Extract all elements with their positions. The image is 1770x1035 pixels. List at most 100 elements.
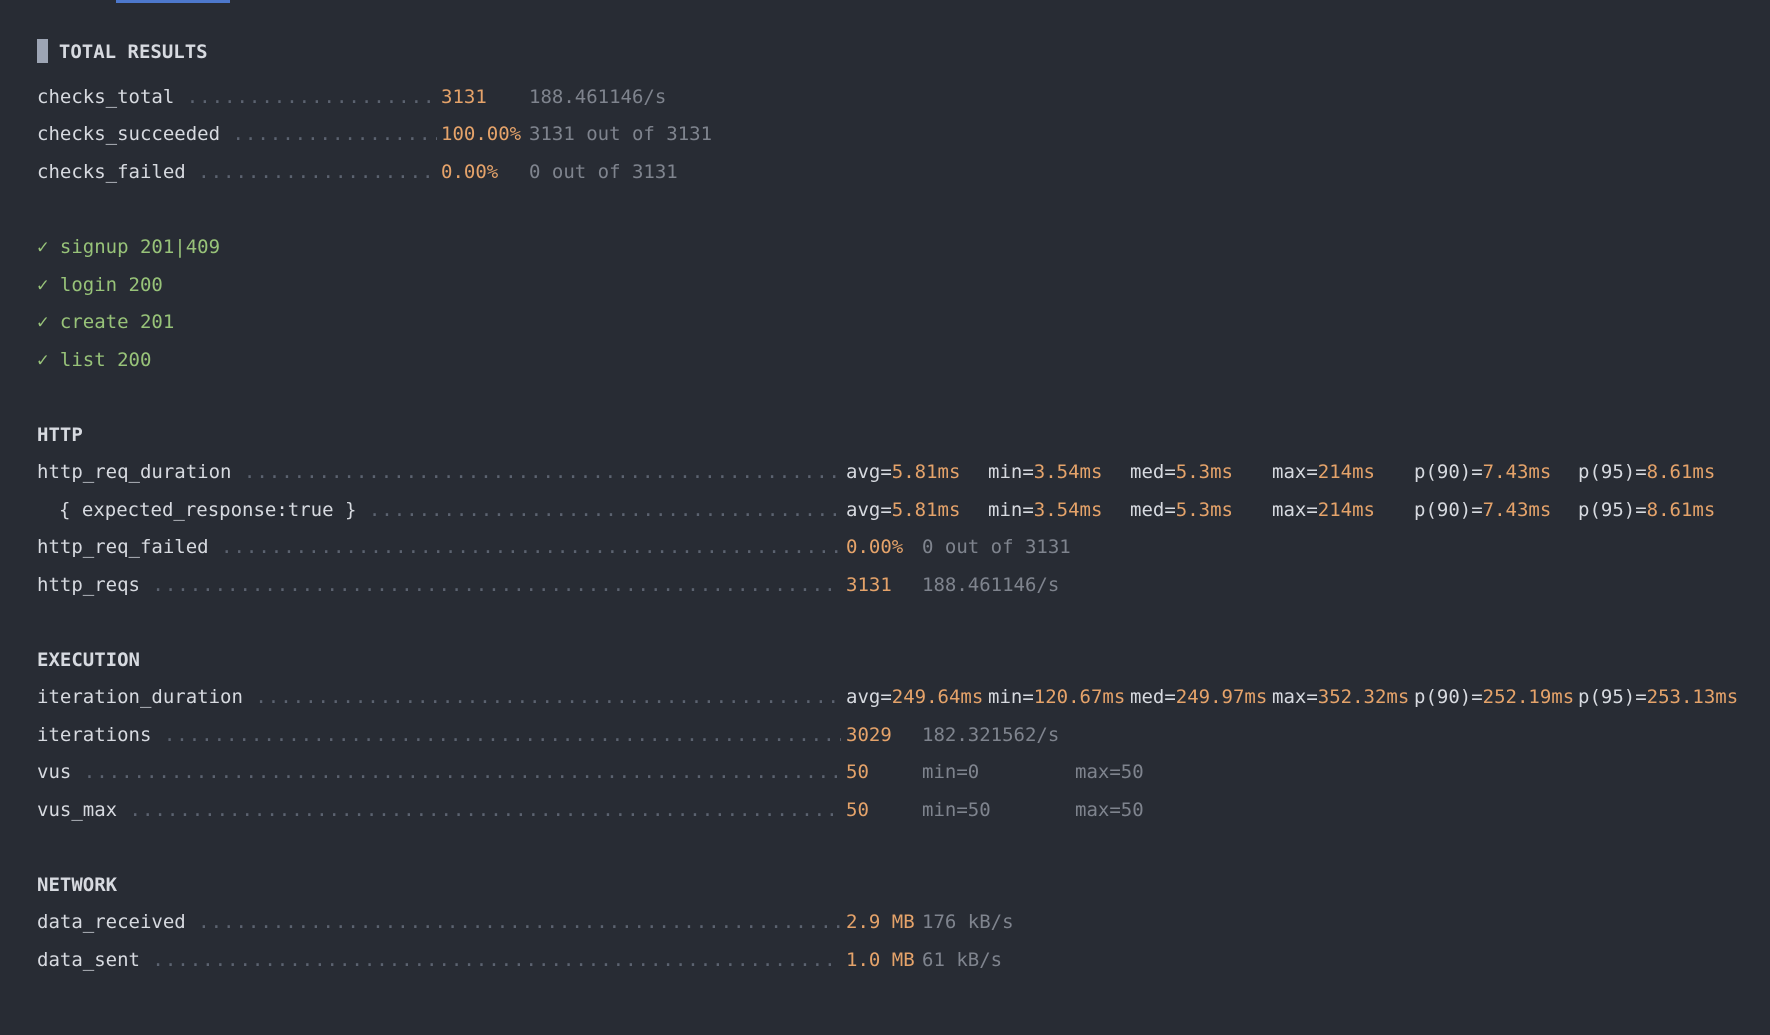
stat-p90: p(90)=7.43ms (1414, 499, 1552, 521)
metric-row-vus-max: vus_max ................................… (37, 795, 841, 825)
metric-stats-iteration-duration: avg=249.64ms min=120.67ms med=249.97ms m… (846, 682, 1766, 712)
page-title: TOTAL RESULTS (58, 41, 208, 63)
metric-value: 3029 (846, 724, 892, 746)
section-title-network: NETWORK (37, 874, 118, 896)
dot-leader: ........................................ (186, 86, 437, 108)
metric-rate: 176 kB/s (922, 911, 1014, 933)
metric-values-iterations: 3029 182.321562/s (846, 720, 1246, 750)
metric-values-checks-total: 3131 188.461146/s (441, 82, 841, 112)
check-item: ✓ create 201 (37, 307, 174, 337)
metric-value: 0.00% (846, 536, 904, 558)
metric-row-expected-response: { expected_response:true } .............… (59, 495, 841, 525)
dot-leader: ........................................ (198, 161, 437, 183)
stat-med: med=5.3ms (1130, 461, 1233, 483)
metric-name: http_req_failed (37, 536, 209, 558)
metric-name: iterations (37, 724, 152, 746)
metric-row-data-received: data_received ..........................… (37, 907, 841, 937)
metric-name: { expected_response:true } (59, 499, 357, 521)
metric-min: min=50 (922, 799, 991, 821)
check-label: list 200 (59, 349, 152, 371)
dot-leader: ........................................… (221, 536, 841, 558)
metric-row-http-reqs: http_reqs ..............................… (37, 570, 841, 600)
metric-row-http-req-failed: http_req_failed ........................… (37, 532, 841, 562)
metric-name: checks_failed (37, 161, 186, 183)
dot-leader: ........................................… (163, 724, 841, 746)
metric-rate: 188.461146/s (529, 86, 667, 108)
metric-name: http_reqs (37, 574, 140, 596)
check-item: ✓ signup 201|409 (37, 232, 220, 262)
check-mark-icon: ✓ (37, 274, 49, 296)
results-header: TOTAL RESULTS (14, 7, 208, 63)
metric-max: max=50 (1075, 761, 1144, 783)
metric-name: vus (37, 761, 72, 783)
active-tab-indicator (116, 0, 230, 3)
metric-name: checks_succeeded (37, 123, 221, 145)
metric-value: 100.00% (441, 123, 522, 145)
metric-ratio: 3131 out of 3131 (529, 123, 713, 145)
metric-value: 50 (846, 761, 869, 783)
stat-p90: p(90)=252.19ms (1414, 686, 1575, 708)
metric-value: 2.9 MB (846, 911, 915, 933)
dot-leader: ........................................… (152, 949, 841, 971)
metric-row-data-sent: data_sent ..............................… (37, 945, 841, 975)
metric-rate: 182.321562/s (922, 724, 1060, 746)
metric-value: 1.0 MB (846, 949, 915, 971)
metric-stats-expected-response: avg=5.81ms min=3.54ms med=5.3ms max=214m… (846, 495, 1746, 525)
stat-med: med=5.3ms (1130, 499, 1233, 521)
stat-p90: p(90)=7.43ms (1414, 461, 1552, 483)
check-label: login 200 (59, 274, 163, 296)
stat-p95: p(95)=8.61ms (1578, 499, 1716, 521)
stat-min: min=120.67ms (988, 686, 1126, 708)
metric-max: max=50 (1075, 799, 1144, 821)
metric-value: 0.00% (441, 161, 499, 183)
check-item: ✓ login 200 (37, 270, 163, 300)
metric-name: vus_max (37, 799, 118, 821)
metric-row-http-req-duration: http_req_duration ......................… (37, 457, 841, 487)
stat-med: med=249.97ms (1130, 686, 1268, 708)
stat-p95: p(95)=8.61ms (1578, 461, 1716, 483)
dot-leader: ........................................… (152, 574, 841, 596)
dot-leader: ........................................… (198, 911, 841, 933)
metric-values-http-req-failed: 0.00% 0 out of 3131 (846, 532, 1246, 562)
stat-avg: avg=5.81ms (846, 461, 961, 483)
metric-name: data_sent (37, 949, 140, 971)
stat-p95: p(95)=253.13ms (1578, 686, 1739, 708)
metric-rate: 188.461146/s (922, 574, 1060, 596)
metric-values-data-received: 2.9 MB 176 kB/s (846, 907, 1246, 937)
dot-leader: ........................................… (255, 686, 841, 708)
section-title-http: HTTP (37, 424, 83, 446)
metric-values-checks-succeeded: 100.00% 3131 out of 3131 (441, 119, 841, 149)
check-item: ✓ list 200 (37, 345, 151, 375)
dot-leader: ........................................… (83, 761, 841, 783)
stat-avg: avg=249.64ms (846, 686, 984, 708)
metric-values-http-reqs: 3131 188.461146/s (846, 570, 1246, 600)
metric-rate: 61 kB/s (922, 949, 1003, 971)
check-mark-icon: ✓ (37, 236, 49, 258)
section-title-execution: EXECUTION (37, 649, 140, 671)
metric-values-vus: 50 min=0 max=50 (846, 757, 1246, 787)
metric-stats-http-req-duration: avg=5.81ms min=3.54ms med=5.3ms max=214m… (846, 457, 1746, 487)
check-label: create 201 (59, 311, 175, 333)
metric-name: data_received (37, 911, 186, 933)
metric-ratio: 0 out of 3131 (922, 536, 1071, 558)
metric-values-vus-max: 50 min=50 max=50 (846, 795, 1246, 825)
metric-min: min=0 (922, 761, 980, 783)
metric-value: 3131 (846, 574, 892, 596)
stat-avg: avg=5.81ms (846, 499, 961, 521)
metric-name: iteration_duration (37, 686, 243, 708)
stat-max: max=214ms (1272, 461, 1375, 483)
dot-leader: ........................................… (368, 499, 841, 521)
stat-max: max=352.32ms (1272, 686, 1410, 708)
metric-row-checks-succeeded: checks_succeeded .......................… (37, 119, 437, 149)
metric-row-iterations: iterations .............................… (37, 720, 841, 750)
dot-leader: ........................................… (243, 461, 841, 483)
metric-ratio: 0 out of 3131 (529, 161, 678, 183)
metric-row-checks-total: checks_total ...........................… (37, 82, 437, 112)
stat-max: max=214ms (1272, 499, 1375, 521)
check-label: signup 201|409 (59, 236, 221, 258)
metric-row-checks-failed: checks_failed ..........................… (37, 157, 437, 187)
stat-min: min=3.54ms (988, 461, 1103, 483)
metric-row-iteration-duration: iteration_duration .....................… (37, 682, 841, 712)
metric-name: checks_total (37, 86, 175, 108)
metric-value: 50 (846, 799, 869, 821)
